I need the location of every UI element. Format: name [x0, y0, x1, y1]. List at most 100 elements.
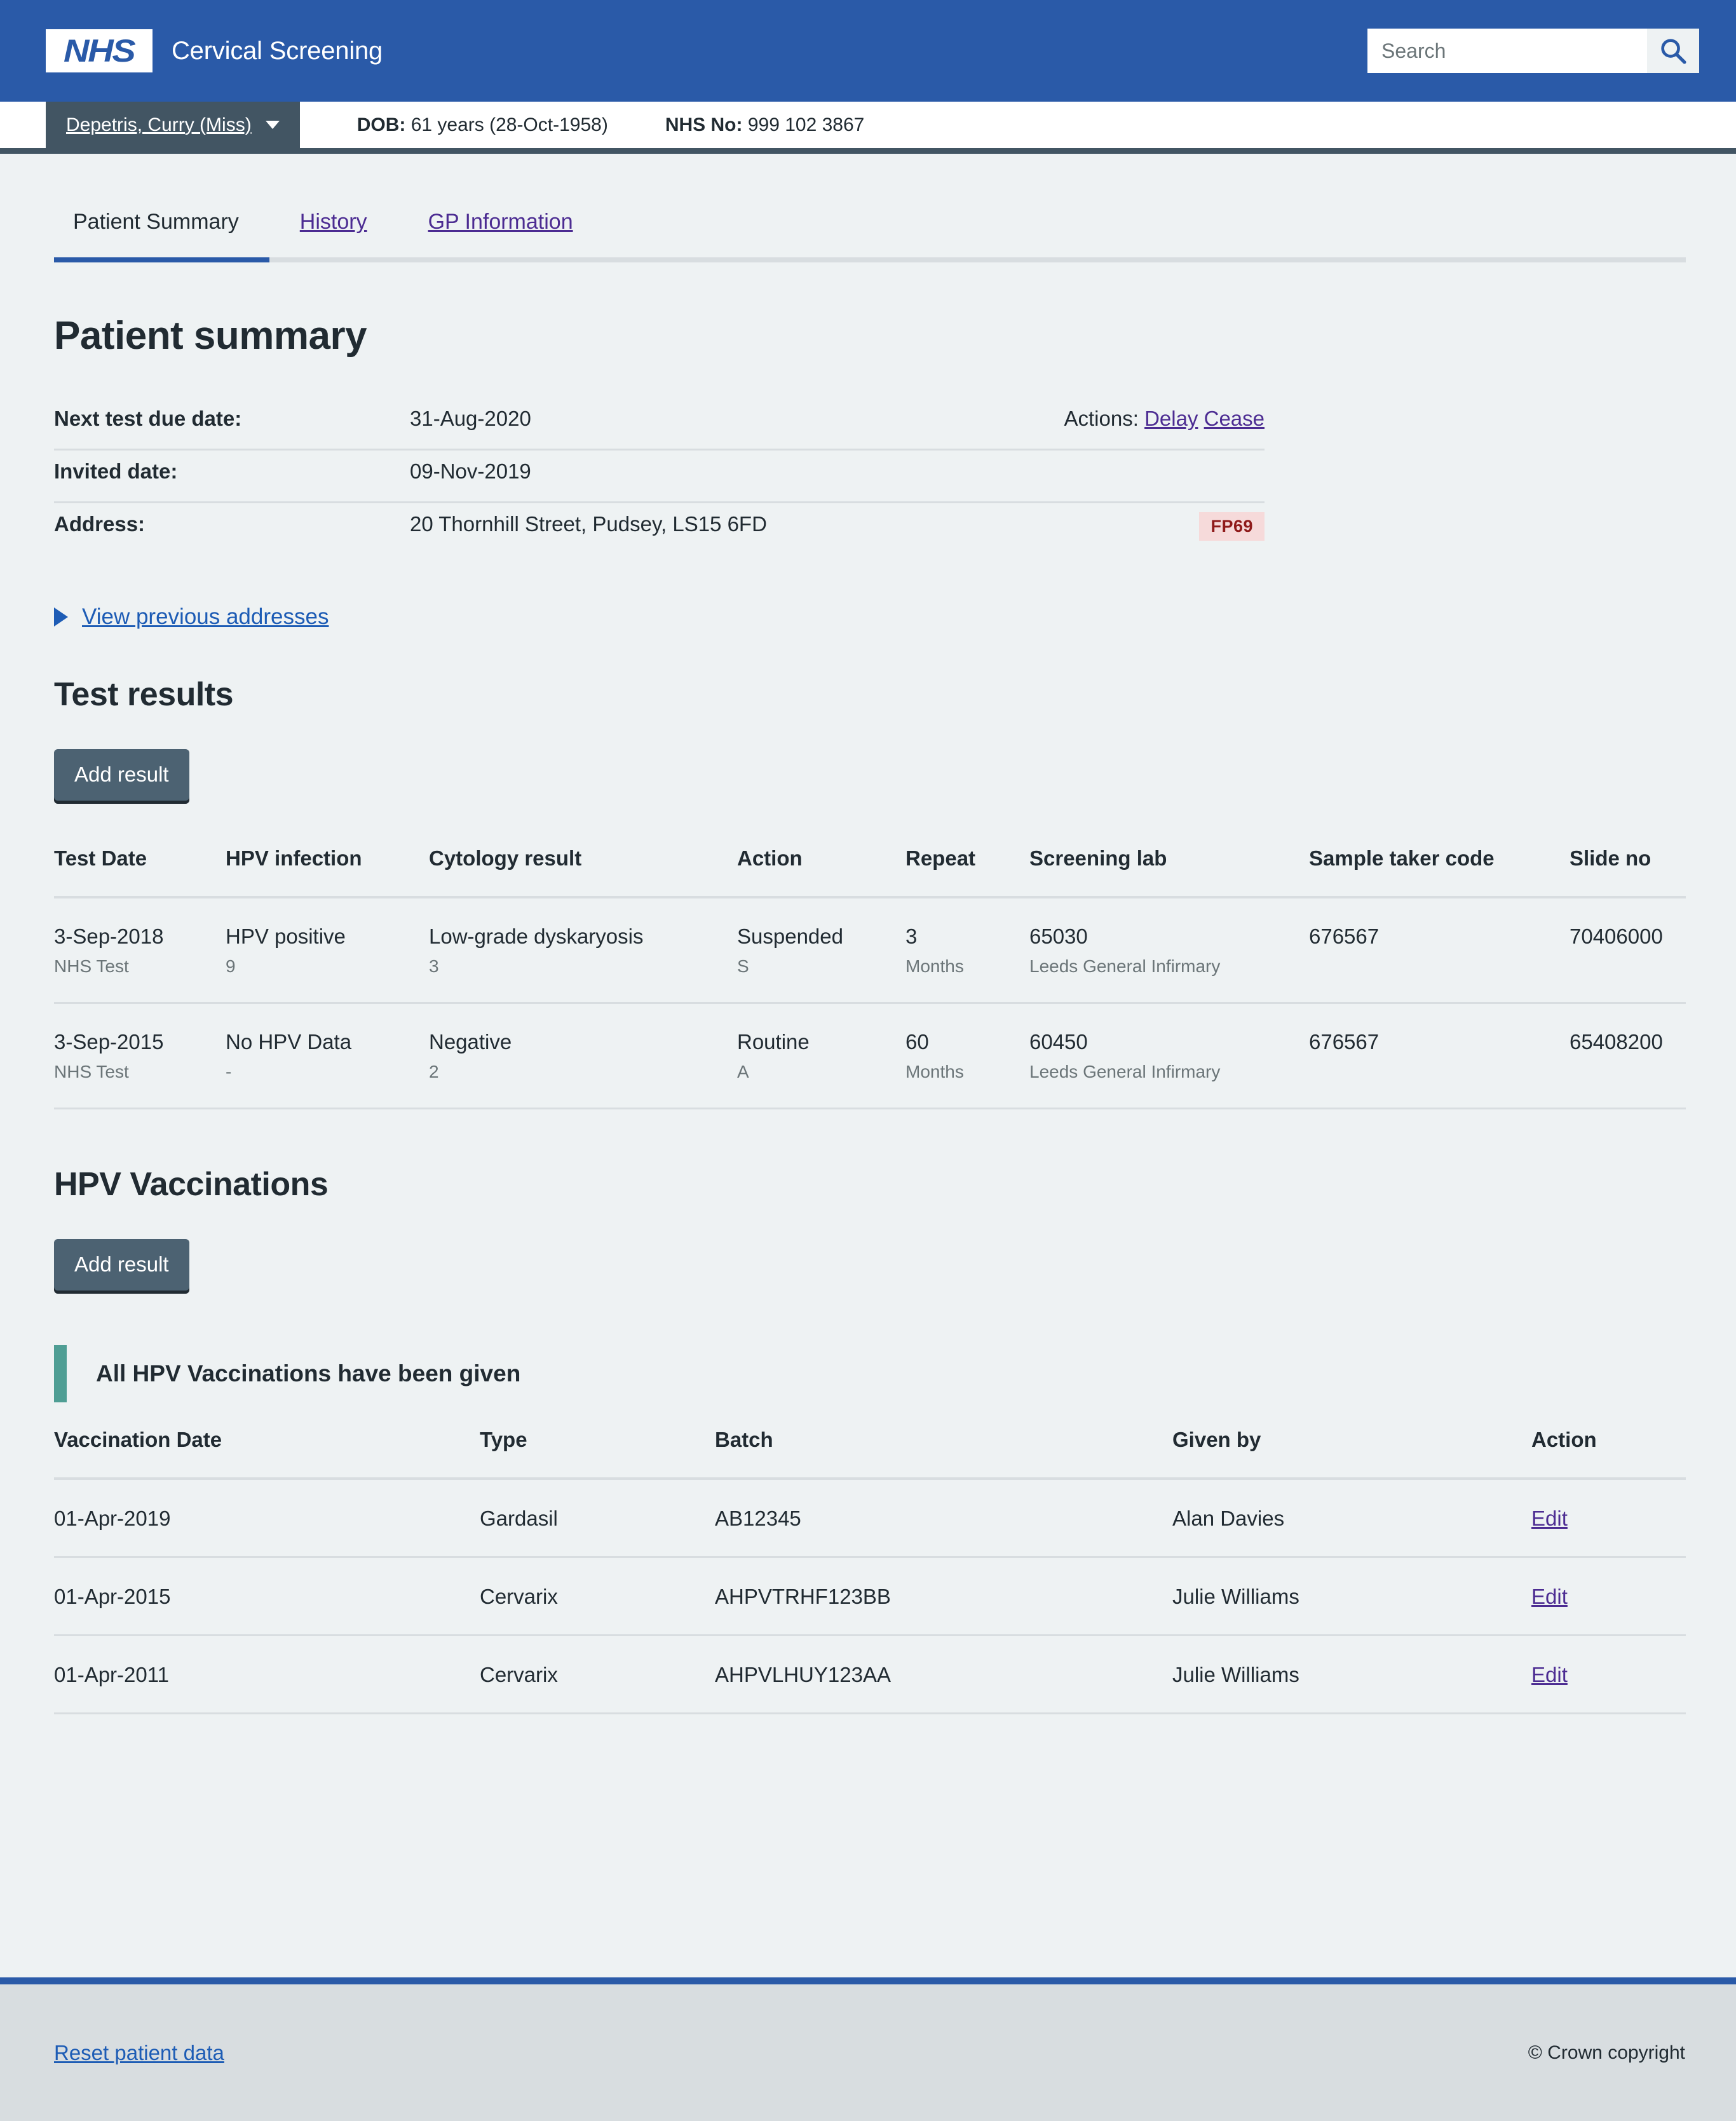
- status-badge: FP69: [1199, 512, 1265, 541]
- cell-sample-taker-code: 676567: [1309, 1003, 1570, 1110]
- search-button[interactable]: [1647, 29, 1699, 73]
- hpv-vaccinations-title: HPV Vaccinations: [54, 1166, 329, 1203]
- cell-main: 70406000: [1570, 925, 1663, 948]
- summary-key: Invited date:: [54, 459, 178, 483]
- cell-main: Negative: [429, 1030, 512, 1054]
- actions-label: Actions:: [1064, 407, 1139, 430]
- tab-gp-information[interactable]: GP Information: [398, 210, 604, 257]
- cell-action: Edit: [1531, 1479, 1686, 1559]
- cell-main: 676567: [1309, 925, 1380, 948]
- patient-summary-list: Next test due date: 31-Aug-2020 Actions:…: [54, 398, 1265, 559]
- summary-value: 20 Thornhill Street, Pudsey, LS15 6FD: [410, 512, 767, 536]
- column-header-repeat: Repeat: [905, 846, 1029, 898]
- summary-actions: Actions: Delay Cease: [1064, 407, 1265, 431]
- cell-batch: AHPVLHUY123AA: [715, 1635, 1172, 1715]
- summary-value: 09-Nov-2019: [410, 459, 531, 483]
- add-test-result-button[interactable]: Add result: [54, 749, 189, 801]
- table-header-row: Vaccination Date Type Batch Given by Act…: [54, 1428, 1686, 1481]
- cell-main: HPV positive: [226, 925, 346, 948]
- add-vaccination-button[interactable]: Add result: [54, 1239, 189, 1291]
- edit-link[interactable]: Edit: [1531, 1663, 1568, 1686]
- edit-link[interactable]: Edit: [1531, 1585, 1568, 1608]
- cell-sub: 2: [429, 1062, 439, 1082]
- copyright-text: © Crown copyright: [1528, 2042, 1685, 2063]
- cell-batch: AB12345: [715, 1479, 1172, 1559]
- cell-action: Edit: [1531, 1557, 1686, 1637]
- patient-dob-value: 61 years (28-Oct-1958): [410, 114, 608, 135]
- patient-name-dropdown[interactable]: Depetris, Curry (Miss): [46, 102, 300, 148]
- cell-sub: -: [226, 1062, 232, 1082]
- cell-repeat: 3 Months: [905, 897, 1029, 1005]
- column-header-test-date: Test Date: [54, 846, 226, 898]
- cell-sample-taker-code: 676567: [1309, 897, 1570, 1005]
- cell-given-by: Julie Williams: [1172, 1635, 1531, 1715]
- search-input[interactable]: [1367, 29, 1647, 73]
- cell-test-date: 3-Sep-2015 NHS Test: [54, 1003, 226, 1110]
- cell-screening-lab: 60450 Leeds General Infirmary: [1029, 1003, 1309, 1110]
- cell-slide-no: 65408200: [1570, 1003, 1686, 1110]
- table-row: 01-Apr-2015 Cervarix AHPVTRHF123BB Julie…: [54, 1557, 1686, 1637]
- delay-link[interactable]: Delay: [1144, 407, 1198, 430]
- column-header-sample-taker-code: Sample taker code: [1309, 846, 1570, 898]
- view-previous-addresses-disclosure[interactable]: View previous addresses: [54, 604, 329, 630]
- table-row: 3-Sep-2015 NHS Test No HPV Data - Negati…: [54, 1003, 1686, 1110]
- tab-patient-summary[interactable]: Patient Summary: [54, 210, 269, 262]
- page-title: Patient summary: [54, 314, 367, 358]
- cell-sub: NHS Test: [54, 956, 129, 977]
- column-header-given-by: Given by: [1172, 1428, 1531, 1481]
- cell-main: Suspended: [737, 925, 843, 948]
- cell-vaccination-date: 01-Apr-2015: [54, 1557, 480, 1637]
- patient-facts: DOB: 61 years (28-Oct-1958) NHS No: 999 …: [300, 102, 865, 148]
- cell-action: Suspended S: [737, 897, 905, 1005]
- cell-sub: Months: [905, 956, 964, 977]
- column-header-vaccination-date: Vaccination Date: [54, 1428, 480, 1481]
- page-content: Patient Summary History GP Information P…: [0, 154, 1736, 1977]
- reset-patient-data-link[interactable]: Reset patient data: [54, 2041, 224, 2065]
- cell-repeat: 60 Months: [905, 1003, 1029, 1110]
- patient-dob-label: DOB:: [356, 114, 406, 135]
- cease-link[interactable]: Cease: [1204, 407, 1265, 430]
- cell-sub: 9: [226, 956, 236, 977]
- cell-sub: Months: [905, 1062, 964, 1082]
- cell-main: Low-grade dyskaryosis: [429, 925, 644, 948]
- cell-main: No HPV Data: [226, 1030, 352, 1054]
- summary-value: 31-Aug-2020: [410, 407, 531, 430]
- cell-hpv-infection: HPV positive 9: [226, 897, 429, 1005]
- cell-action: Routine A: [737, 1003, 905, 1110]
- cell-given-by: Alan Davies: [1172, 1479, 1531, 1559]
- summary-key: Next test due date:: [54, 407, 242, 430]
- column-header-slide-no: Slide no: [1570, 846, 1686, 898]
- summary-row-next-test-due: Next test due date: 31-Aug-2020 Actions:…: [54, 398, 1265, 451]
- nhs-logo-icon[interactable]: NHS: [46, 29, 153, 72]
- column-header-hpv-infection: HPV infection: [226, 846, 429, 898]
- column-header-cytology-result: Cytology result: [429, 846, 737, 898]
- nhs-logo-text: NHS: [64, 33, 136, 69]
- search-icon: [1661, 39, 1686, 64]
- view-previous-addresses-link[interactable]: View previous addresses: [82, 604, 329, 630]
- cell-sub: 3: [429, 956, 439, 977]
- column-header-screening-lab: Screening lab: [1029, 846, 1309, 898]
- chevron-down-icon: [265, 121, 280, 129]
- tab-history[interactable]: History: [269, 210, 398, 257]
- cell-vaccination-date: 01-Apr-2011: [54, 1635, 480, 1715]
- cell-main: 3-Sep-2018: [54, 925, 164, 948]
- app-header: NHS Cervical Screening: [0, 0, 1736, 102]
- cell-type: Cervarix: [480, 1635, 715, 1715]
- cell-batch: AHPVTRHF123BB: [715, 1557, 1172, 1637]
- cell-main: 676567: [1309, 1030, 1380, 1054]
- cell-cytology-result: Low-grade dyskaryosis 3: [429, 897, 737, 1005]
- test-results-table: Test Date HPV infection Cytology result …: [54, 846, 1686, 1110]
- patient-bar: Depetris, Curry (Miss) DOB: 61 years (28…: [0, 102, 1736, 154]
- patient-nhs-no: NHS No: 999 102 3867: [665, 114, 865, 136]
- cell-type: Cervarix: [480, 1557, 715, 1637]
- service-name: Cervical Screening: [172, 36, 383, 65]
- summary-row-invited-date: Invited date: 09-Nov-2019: [54, 451, 1265, 503]
- cell-main: 3: [905, 925, 918, 948]
- brand: NHS Cervical Screening: [46, 29, 383, 72]
- column-header-type: Type: [480, 1428, 715, 1481]
- patient-nhs-no-label: NHS No:: [665, 114, 743, 135]
- column-header-action: Action: [1531, 1428, 1686, 1481]
- tabs-wrap: Patient Summary History GP Information: [54, 154, 1686, 262]
- search-form: [1367, 29, 1699, 73]
- edit-link[interactable]: Edit: [1531, 1507, 1568, 1530]
